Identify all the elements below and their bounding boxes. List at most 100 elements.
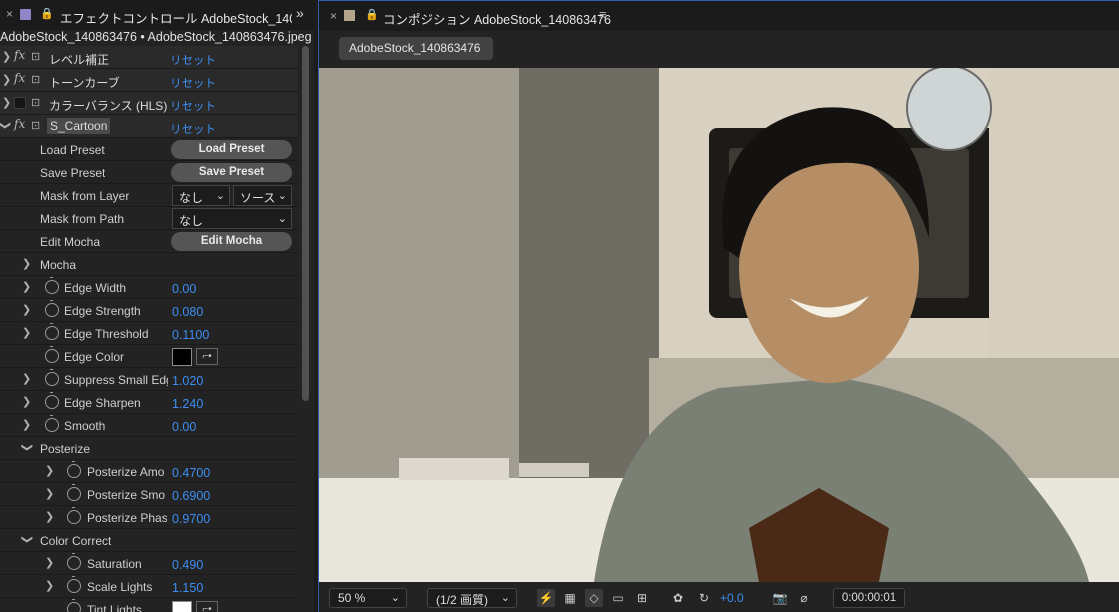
effect-name: S_Cartoon — [47, 118, 111, 134]
fx-icon[interactable]: fx — [14, 48, 25, 62]
reset-link[interactable]: リセット — [170, 75, 216, 91]
stopwatch-icon[interactable] — [45, 277, 59, 294]
chevron-right-icon[interactable]: ❯ — [22, 372, 31, 385]
resolution-select[interactable]: (1/2 画質) ⌄ — [427, 588, 517, 608]
param-value[interactable]: 1.150 — [172, 581, 203, 595]
panel-color-label — [20, 9, 31, 20]
chevron-right-icon[interactable]: ❯ — [45, 579, 54, 592]
stopwatch-icon[interactable] — [45, 346, 59, 363]
chevron-down-icon: ⌄ — [277, 213, 287, 225]
show-snapshot-icon[interactable]: ⌀ — [795, 589, 813, 607]
lock-icon[interactable]: 🔒 — [40, 7, 54, 20]
param-value[interactable]: 0.1100 — [172, 328, 209, 342]
fx-disabled-box[interactable] — [14, 97, 26, 109]
grid-guides-icon[interactable]: ⊞ — [633, 589, 651, 607]
param-label: Smooth — [64, 419, 106, 433]
effect-row-s-cartoon[interactable]: ❯ fx ⊡ S_Cartoon リセット — [0, 115, 298, 138]
mask-visibility-icon[interactable]: ◇ — [585, 589, 603, 607]
chevron-right-icon[interactable]: ❯ — [22, 280, 31, 293]
lock-icon[interactable]: 🔒 — [365, 8, 379, 21]
stopwatch-icon[interactable] — [45, 323, 59, 340]
stopwatch-icon[interactable] — [67, 599, 81, 612]
chevron-right-icon[interactable]: ❯ — [45, 464, 54, 477]
effect-row-levels[interactable]: ❯ fx ⊡ レベル補正 リセット — [0, 46, 298, 69]
param-value[interactable]: 0.080 — [172, 305, 203, 319]
chevron-right-icon[interactable]: ❯ — [22, 395, 31, 408]
eyedropper-icon[interactable]: ⌐• — [196, 348, 218, 365]
param-value[interactable]: 0.00 — [172, 282, 196, 296]
stopwatch-icon[interactable] — [45, 369, 59, 386]
edit-mocha-button[interactable]: Edit Mocha — [171, 232, 292, 251]
fast-preview-icon[interactable]: ⚡ — [537, 589, 555, 607]
reset-exposure-icon[interactable]: ↻ — [695, 589, 713, 607]
current-time-display[interactable]: 0:00:00:01 — [833, 588, 905, 608]
stopwatch-icon[interactable] — [67, 576, 81, 593]
reset-link[interactable]: リセット — [170, 52, 216, 68]
chevron-right-icon[interactable]: ❯ — [45, 556, 54, 569]
stopwatch-icon[interactable] — [45, 415, 59, 432]
eyedropper-icon[interactable]: ⌐• — [196, 601, 218, 612]
mask-source-select[interactable]: ソース ⌄ — [233, 185, 292, 206]
chevron-down-icon[interactable]: ❯ — [0, 121, 12, 130]
stopwatch-icon[interactable] — [67, 484, 81, 501]
region-of-interest-icon[interactable]: ▭ — [609, 589, 627, 607]
stopwatch-icon[interactable] — [67, 553, 81, 570]
chevron-right-icon[interactable]: ❯ — [2, 50, 11, 63]
reset-link[interactable]: リセット — [170, 121, 216, 137]
zoom-select[interactable]: 50 % ⌄ — [329, 588, 407, 608]
reset-link[interactable]: リセット — [170, 98, 216, 114]
chevron-right-icon[interactable]: ❯ — [22, 257, 31, 270]
chevron-down-icon[interactable]: ❯ — [21, 443, 34, 452]
tint-lights-swatch[interactable] — [172, 601, 192, 612]
close-icon[interactable]: × — [6, 7, 13, 21]
effect-name: レベル補正 — [49, 53, 110, 67]
mocha-group-row[interactable]: ❯ Mocha — [0, 253, 298, 276]
mask-path-select[interactable]: なし ⌄ — [172, 208, 292, 229]
chevron-right-icon[interactable]: ❯ — [22, 326, 31, 339]
color-channels-icon[interactable]: ✿ — [669, 589, 687, 607]
stopwatch-icon[interactable] — [45, 300, 59, 317]
posterize-group-row[interactable]: ❯ Posterize — [0, 437, 298, 460]
param-value[interactable]: 0.00 — [172, 420, 196, 434]
chevron-right-icon[interactable]: ❯ — [2, 73, 11, 86]
fx-icon[interactable]: fx — [14, 117, 25, 131]
chevron-right-icon[interactable]: ❯ — [22, 418, 31, 431]
scrollbar-thumb[interactable] — [302, 46, 309, 401]
zoom-value: 50 % — [338, 591, 366, 605]
color-correct-group-row[interactable]: ❯ Color Correct — [0, 529, 298, 552]
chevron-right-icon[interactable]: ❯ — [45, 487, 54, 500]
chevron-down-icon[interactable]: ❯ — [21, 535, 34, 544]
transparency-grid-icon[interactable]: ▦ — [561, 589, 579, 607]
composition-viewer[interactable] — [319, 68, 1119, 582]
save-preset-button[interactable]: Save Preset — [171, 163, 292, 182]
stopwatch-icon[interactable] — [67, 461, 81, 478]
param-value[interactable]: 1.020 — [172, 374, 203, 388]
close-icon[interactable]: × — [330, 9, 337, 23]
load-preset-button[interactable]: Load Preset — [171, 140, 292, 159]
chevron-right-icon[interactable]: ❯ — [22, 303, 31, 316]
param-value[interactable]: 0.490 — [172, 558, 203, 572]
comp-flowchart-tab[interactable]: AdobeStock_140863476 — [339, 37, 493, 60]
camera-snapshot-icon[interactable]: 📷 — [771, 589, 789, 607]
composition-tab[interactable]: × 🔒 コンポジション AdobeStock_140863476 ≡ — [319, 1, 1119, 31]
vertical-scrollbar[interactable] — [301, 46, 310, 612]
fx-icon[interactable]: fx — [14, 71, 25, 85]
chevron-double-right-icon[interactable]: » — [296, 5, 304, 21]
edit-mocha-row: Edit Mocha Edit Mocha — [0, 230, 298, 253]
effect-row-color-balance[interactable]: ❯ ⊡ カラーバランス (HLS) リセット — [0, 92, 298, 115]
panel-menu-icon[interactable]: ≡ — [599, 7, 607, 22]
chevron-right-icon[interactable]: ❯ — [2, 96, 11, 109]
mask-layer-select[interactable]: なし ⌄ — [172, 185, 230, 206]
param-value[interactable]: 0.9700 — [172, 512, 210, 526]
edge-color-swatch[interactable] — [172, 348, 192, 366]
param-value[interactable]: 1.240 — [172, 397, 203, 411]
effect-row-curves[interactable]: ❯ fx ⊡ トーンカーブ リセット — [0, 69, 298, 92]
stopwatch-icon[interactable] — [67, 507, 81, 524]
stopwatch-icon[interactable] — [45, 392, 59, 409]
chevron-right-icon[interactable]: ❯ — [45, 510, 54, 523]
exposure-value[interactable]: +0.0 — [720, 591, 744, 605]
param-value[interactable]: 0.4700 — [172, 466, 210, 480]
save-preset-row: Save Preset Save Preset — [0, 161, 298, 184]
effect-controls-tab[interactable]: × 🔒 エフェクトコントロール AdobeStock_140863476.jpe… — [0, 0, 314, 30]
param-value[interactable]: 0.6900 — [172, 489, 210, 503]
